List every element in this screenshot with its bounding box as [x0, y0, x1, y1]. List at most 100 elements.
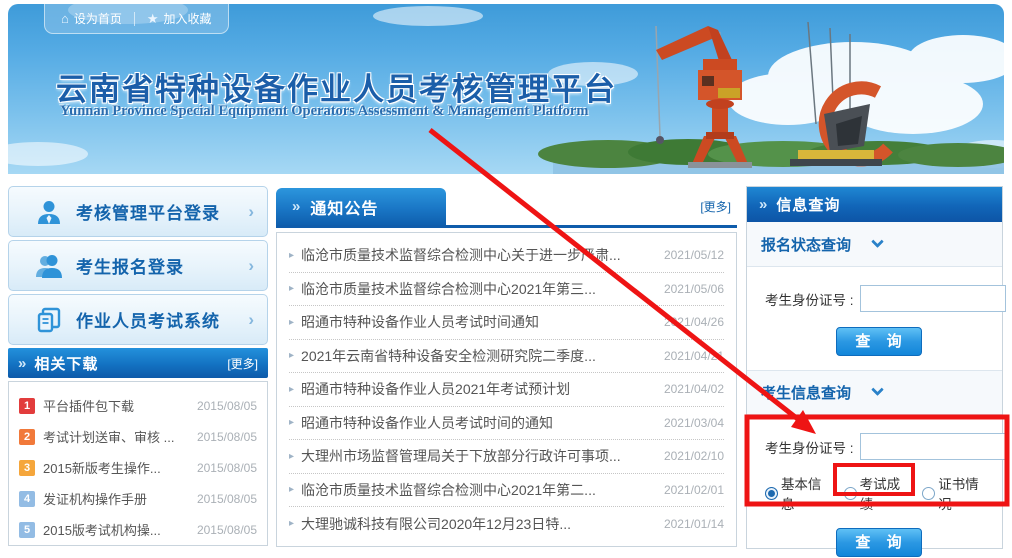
double-chevron-icon: » — [292, 198, 300, 215]
sidebar-item-label: 考生报名登录 — [76, 253, 184, 278]
download-link[interactable]: 2015版考试机构操... — [43, 520, 191, 539]
list-item: ▸ 昭通市特种设备作业人员2021年考试预计划 2021/04/02 — [289, 373, 724, 407]
rank-badge: 2 — [19, 429, 35, 445]
users-icon — [35, 252, 63, 280]
list-item: ▸ 临沧市质量技术监督综合检测中心2021年第二... 2021/02/01 — [289, 474, 724, 508]
notice-date: 2021/04/26 — [664, 315, 724, 329]
query-option-label: 考试成绩 — [860, 473, 914, 513]
set-homepage-link[interactable]: ⌂ 设为首页 — [61, 10, 122, 27]
query-panel-title: 信息查询 — [776, 194, 840, 215]
download-link[interactable]: 发证机构操作手册 — [43, 489, 191, 508]
download-link[interactable]: 考试计划送审、审核 ... — [43, 427, 191, 446]
chevron-right-icon: › — [248, 202, 254, 222]
notice-link[interactable]: 昭通市特种设备作业人员考试时间通知 — [301, 312, 656, 332]
set-homepage-label: 设为首页 — [74, 10, 122, 27]
id-number-input[interactable] — [860, 433, 1006, 460]
notice-link[interactable]: 临沧市质量技术监督综合检测中心关于进一步严肃... — [301, 245, 656, 265]
download-date: 2015/08/05 — [197, 461, 257, 475]
sidebar-item-admin-login[interactable]: 考核管理平台登录 › — [8, 186, 268, 237]
sidebar-item-exam-system[interactable]: 作业人员考试系统 › — [8, 294, 268, 345]
downloads-list: 1 平台插件包下载 2015/08/05 2 考试计划送审、审核 ... 201… — [8, 381, 268, 546]
rank-badge: 3 — [19, 460, 35, 476]
notice-date: 2021/05/12 — [664, 248, 724, 262]
query-button[interactable]: 查 询 — [836, 327, 922, 356]
radio-icon — [765, 487, 778, 500]
sidebar-item-candidate-login[interactable]: 考生报名登录 › — [8, 240, 268, 291]
bullet-icon: ▸ — [289, 350, 294, 361]
treeline — [538, 139, 1004, 168]
double-chevron-icon: » — [18, 355, 26, 372]
download-date: 2015/08/05 — [197, 399, 257, 413]
download-link[interactable]: 2015新版考生操作... — [43, 458, 191, 477]
tab-notices[interactable]: » 通知公告 — [276, 188, 446, 225]
notices-more-link[interactable]: [更多] — [700, 198, 731, 215]
query-type-options: 基本信息 考试成绩 证书情况 — [765, 473, 992, 513]
list-item: ▸ 临沧市质量技术监督综合检测中心2021年第三... 2021/05/06 — [289, 273, 724, 307]
quicklinks-divider — [134, 12, 135, 26]
list-item: 2 考试计划送审、审核 ... 2015/08/05 — [19, 421, 257, 452]
query-button[interactable]: 查 询 — [836, 528, 922, 557]
list-item: 1 平台插件包下载 2015/08/05 — [19, 390, 257, 421]
notices-title: 通知公告 — [310, 195, 378, 219]
notice-link[interactable]: 大理州市场监督管理局关于下放部分行政许可事项... — [301, 446, 656, 466]
quicklinks-bar: ⌂ 设为首页 ★ 加入收藏 — [44, 4, 229, 34]
list-item: ▸ 临沧市质量技术监督综合检测中心关于进一步严肃... 2021/05/12 — [289, 239, 724, 273]
registration-status-toggle[interactable]: 报名状态查询 — [747, 222, 1002, 267]
bullet-icon: ▸ — [289, 250, 294, 261]
exam-doc-icon — [35, 306, 63, 334]
tab-underline — [276, 225, 737, 228]
chevron-right-icon: › — [248, 310, 254, 330]
user-icon — [35, 198, 63, 226]
list-item: 3 2015新版考生操作... 2015/08/05 — [19, 452, 257, 483]
chevron-down-icon — [871, 383, 884, 396]
notice-link[interactable]: 昭通市特种设备作业人员2021年考试预计划 — [301, 379, 656, 399]
notices-section: » 通知公告 [更多] ▸ 临沧市质量技术监督综合检测中心关于进一步严肃... … — [276, 188, 737, 547]
downloads-header: » 相关下载 [更多] — [8, 348, 268, 378]
star-icon: ★ — [147, 11, 159, 27]
bullet-icon: ▸ — [289, 484, 294, 495]
download-link[interactable]: 平台插件包下载 — [43, 396, 191, 415]
candidate-info-toggle[interactable]: 考生信息查询 — [747, 370, 1002, 415]
add-favorite-label: 加入收藏 — [164, 10, 212, 27]
sidebar-item-label: 作业人员考试系统 — [76, 307, 220, 332]
notice-link[interactable]: 大理驰诚科技有限公司2020年12月23日特... — [301, 514, 656, 534]
query-option-label: 证书情况 — [938, 473, 992, 513]
notice-date: 2021/04/02 — [664, 382, 724, 396]
query-option[interactable]: 基本信息 — [765, 473, 835, 513]
downloads-more-link[interactable]: [更多] — [227, 355, 258, 372]
id-number-input[interactable] — [860, 285, 1006, 312]
list-item: ▸ 昭通市特种设备作业人员考试时间的通知 2021/03/04 — [289, 407, 724, 441]
notice-date: 2021/01/14 — [664, 517, 724, 531]
notice-link[interactable]: 临沧市质量技术监督综合检测中心2021年第二... — [301, 480, 656, 500]
notice-link[interactable]: 2021年云南省特种设备安全检测研究院二季度... — [301, 346, 656, 366]
left-sidebar: 考核管理平台登录 › 考生报名登录 › 作业人员考试系统 › — [8, 186, 268, 546]
notice-link[interactable]: 昭通市特种设备作业人员考试时间的通知 — [301, 413, 656, 433]
double-chevron-icon: » — [759, 196, 767, 213]
query-option[interactable]: 考试成绩 — [844, 473, 914, 513]
rank-badge: 5 — [19, 522, 35, 538]
query-option[interactable]: 证书情况 — [922, 473, 992, 513]
notice-date: 2021/04/21 — [664, 349, 724, 363]
bullet-icon: ▸ — [289, 384, 294, 395]
list-item: ▸ 昭通市特种设备作业人员考试时间通知 2021/04/26 — [289, 306, 724, 340]
notice-date: 2021/03/04 — [664, 416, 724, 430]
bullet-icon: ▸ — [289, 451, 294, 462]
chevron-down-icon — [871, 235, 884, 248]
download-date: 2015/08/05 — [197, 430, 257, 444]
list-item: 5 2015版考试机构操... 2015/08/05 — [19, 514, 257, 545]
notices-list: ▸ 临沧市质量技术监督综合检测中心关于进一步严肃... 2021/05/12 ▸… — [276, 232, 737, 547]
downloads-title: 相关下载 — [34, 353, 98, 374]
page: ⌂ 设为首页 ★ 加入收藏 云南省特种设备作业人员考核管理平台 Yunnan P… — [0, 0, 1012, 558]
sidebar-item-label: 考核管理平台登录 — [76, 199, 220, 224]
notice-date: 2021/05/06 — [664, 282, 724, 296]
radio-icon — [922, 487, 935, 500]
registration-status-form: 考生身份证号 : 查 询 — [747, 267, 1002, 356]
radio-icon — [844, 487, 857, 500]
section-title: 考生信息查询 — [761, 382, 851, 403]
add-favorite-link[interactable]: ★ 加入收藏 — [147, 10, 212, 27]
download-date: 2015/08/05 — [197, 523, 257, 537]
download-date: 2015/08/05 — [197, 492, 257, 506]
list-item: 4 发证机构操作手册 2015/08/05 — [19, 483, 257, 514]
query-panel-header: » 信息查询 — [747, 187, 1002, 222]
notice-link[interactable]: 临沧市质量技术监督综合检测中心2021年第三... — [301, 279, 656, 299]
